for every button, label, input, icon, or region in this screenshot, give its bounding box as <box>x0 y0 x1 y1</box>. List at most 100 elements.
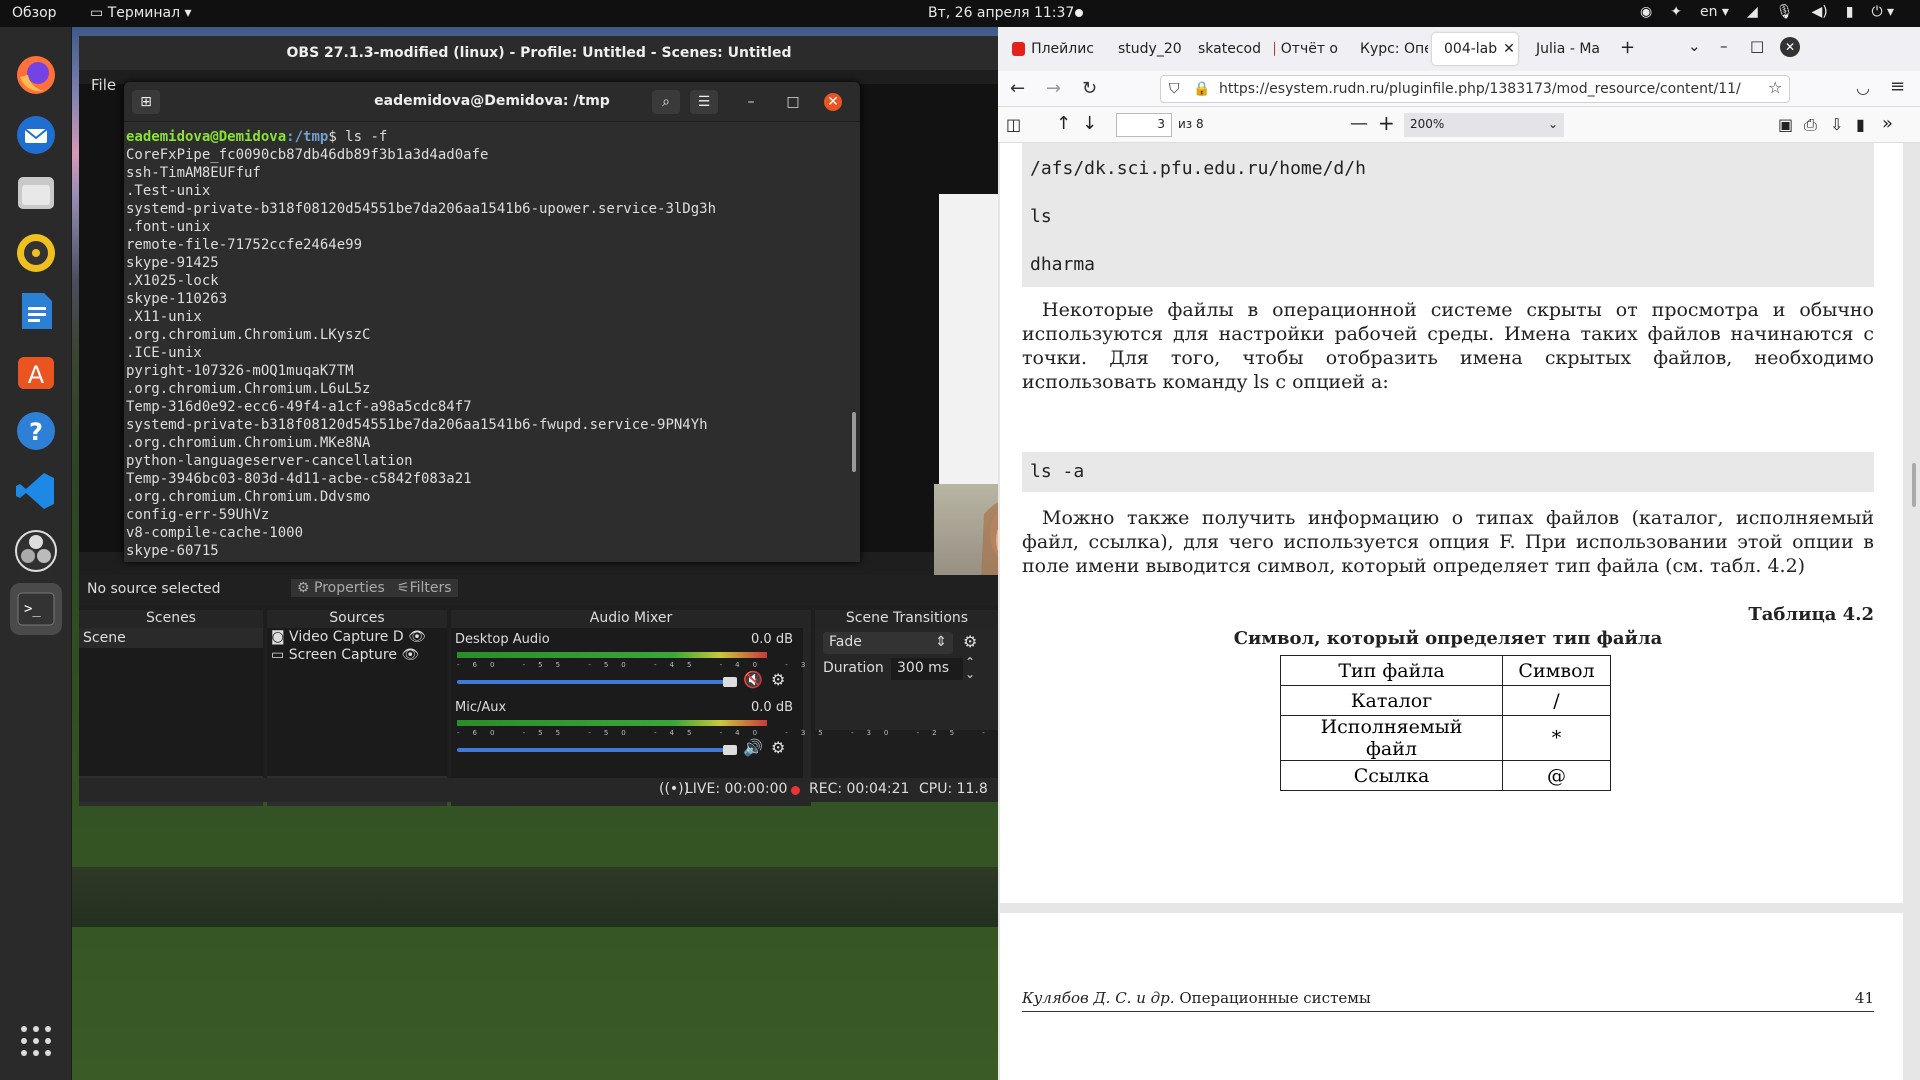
volume-slider[interactable] <box>457 680 727 684</box>
volume-slider-handle[interactable] <box>723 677 737 687</box>
microphone-icon[interactable]: 🎙 <box>1776 4 1794 20</box>
browser-tab[interactable]: skatecod <box>1186 33 1264 65</box>
source-item[interactable]: ▭ Screen Capture 👁 <box>267 646 447 664</box>
terminal-line: skype-60715 <box>126 543 219 559</box>
tools-icon[interactable]: » <box>1882 113 1893 134</box>
terminal-dock-icon[interactable]: >_ <box>10 583 62 635</box>
maximize-icon[interactable]: □ <box>784 93 802 111</box>
sidebar-toggle-icon[interactable]: ◫ <box>1006 115 1021 134</box>
tab-label: Плейлис <box>1031 41 1094 57</box>
mixer-settings-icon[interactable]: ⚙ <box>771 670 785 689</box>
app-menu[interactable]: ▭ Терминал ▾ <box>90 5 192 21</box>
bookmark-star-icon[interactable]: ☆ <box>1768 78 1782 97</box>
rhythmbox-icon[interactable] <box>10 227 62 279</box>
power-menu-icon[interactable]: ⏻ ▾ <box>1871 4 1894 20</box>
battery-icon[interactable]: ▮ <box>1846 4 1854 20</box>
browser-tab[interactable]: 004-lab ✕ <box>1432 33 1518 65</box>
terminal-line: .org.chromium.Chromium.LKyszC <box>126 327 371 343</box>
transition-settings-icon[interactable]: ⚙ <box>963 632 977 651</box>
camera-indicator-icon[interactable]: ◉ <box>1640 4 1652 20</box>
thunderbird-icon[interactable] <box>10 109 62 161</box>
window-close-icon[interactable]: ✕ <box>1780 37 1800 57</box>
scenes-list[interactable]: Scene <box>79 628 263 776</box>
language-selector[interactable]: en ▾ <box>1700 4 1729 20</box>
back-icon[interactable]: ← <box>1010 78 1025 99</box>
filters-button[interactable]: ⚟Filters <box>391 579 458 597</box>
footer-title: Операционные системы <box>1179 989 1371 1007</box>
ubuntu-software-icon[interactable]: A <box>10 345 62 397</box>
visibility-eye-icon[interactable]: 👁 <box>408 629 426 645</box>
page-number-input[interactable]: 3 <box>1116 113 1172 137</box>
transition-select[interactable]: Fade ⇕ <box>823 632 953 654</box>
table-row: Каталог / <box>1280 685 1611 716</box>
help-icon[interactable]: ? <box>10 405 62 457</box>
zoom-in-icon[interactable]: + <box>1378 111 1395 135</box>
volume-slider-handle[interactable] <box>723 745 737 755</box>
obs-title-bar[interactable]: OBS 27.1.3-modified (linux) - Profile: U… <box>79 36 999 70</box>
files-icon[interactable] <box>10 167 62 219</box>
close-icon[interactable]: ✕ <box>824 93 842 111</box>
print-icon[interactable]: ⎙ <box>1804 115 1817 135</box>
forward-icon[interactable]: → <box>1046 78 1061 99</box>
source-item[interactable]: ◙ Video Capture D 👁 <box>267 628 447 646</box>
volume-icon[interactable]: ◀) <box>1812 4 1828 20</box>
terminal-window[interactable]: ⊞ eademidova@Demidova: /tmp ⌕ ☰ – □ ✕ ea… <box>124 82 860 562</box>
mixer-settings-icon[interactable]: ⚙ <box>771 738 785 757</box>
terminal-output[interactable]: eademidova@Demidova:/tmp$ ls -f CoreFxPi… <box>124 122 860 562</box>
show-applications-icon[interactable] <box>10 1015 62 1067</box>
volume-slider[interactable] <box>457 748 727 752</box>
terminal-icon: ▭ <box>90 5 104 21</box>
libreoffice-writer-icon[interactable] <box>10 285 62 337</box>
presentation-mode-icon[interactable]: ▣ <box>1778 115 1793 134</box>
terminal-scrollbar[interactable] <box>852 412 856 472</box>
url-bar[interactable]: ⛉ 🔒 https://esystem.rudn.ru/pluginfile.p… <box>1160 75 1790 103</box>
browser-tab[interactable]: Julia - Ma <box>1524 33 1606 65</box>
window-chevron-down-icon[interactable]: ⌄ <box>1688 37 1701 55</box>
muted-speaker-icon[interactable]: 🔇 <box>743 670 763 689</box>
transitions-header: Scene Transitions <box>815 610 999 628</box>
next-page-icon[interactable]: ↓ <box>1082 113 1097 134</box>
properties-button[interactable]: ⚙ Properties <box>291 579 391 597</box>
wifi-icon[interactable]: ◢ <box>1747 4 1758 20</box>
browser-tab[interactable]: study_20 <box>1106 33 1184 65</box>
firefox-icon[interactable] <box>10 49 62 101</box>
svg-text:?: ? <box>29 418 43 446</box>
pdf-page: Кулябов Д. С. и др. Операционные системы… <box>1000 913 1903 1080</box>
app-menu-icon[interactable]: ≡ <box>1890 76 1905 97</box>
app-indicator-icon[interactable]: ✦ <box>1670 4 1682 20</box>
minimize-icon[interactable]: – <box>742 93 760 111</box>
zoom-select[interactable]: 200% ⌄ <box>1404 113 1564 137</box>
obs-icon[interactable] <box>10 525 62 577</box>
pocket-icon[interactable]: ◡ <box>1856 78 1870 97</box>
clock[interactable]: Вт, 26 апреля 11:37 <box>928 5 1074 21</box>
zoom-out-icon[interactable]: — <box>1350 113 1368 134</box>
browser-tab[interactable]: Отчёт о <box>1268 33 1344 65</box>
window-maximize-icon[interactable]: □ <box>1750 37 1764 55</box>
close-tab-icon[interactable]: ✕ <box>1503 41 1515 57</box>
overview-button[interactable]: Обзор <box>12 5 57 21</box>
new-tab-icon[interactable]: + <box>1620 37 1635 58</box>
duration-input[interactable]: 300 ms <box>891 658 963 680</box>
tab-strip: Плейлис study_20 skatecod Отчёт о Курс: Опе 0… <box>998 27 1920 71</box>
previous-page-icon[interactable]: ↑ <box>1056 113 1071 134</box>
scene-item[interactable]: Scene <box>79 628 263 648</box>
properties-label: Properties <box>314 580 385 596</box>
visibility-eye-icon[interactable]: 👁 <box>401 647 419 663</box>
save-icon[interactable]: ⇩ <box>1830 115 1843 134</box>
reload-icon[interactable]: ↻ <box>1082 78 1097 99</box>
duration-stepper[interactable]: ⌃ ⌄ <box>965 656 975 680</box>
vscode-icon[interactable] <box>10 465 62 517</box>
pdf-viewer[interactable]: /afs/dk.sci.pfu.edu.ru/home/d/h ls dharm… <box>998 143 1920 1080</box>
hamburger-menu-icon[interactable]: ☰ <box>690 90 718 114</box>
pdf-scrollbar[interactable] <box>1912 463 1916 507</box>
sources-list[interactable]: ◙ Video Capture D 👁 ▭ Screen Capture 👁 <box>267 628 447 776</box>
window-minimize-icon[interactable]: – <box>1720 37 1728 55</box>
browser-tab[interactable]: Плейлис <box>1006 33 1100 65</box>
terminal-header[interactable]: ⊞ eademidova@Demidova: /tmp ⌕ ☰ – □ ✕ <box>124 82 860 122</box>
obs-menu-file[interactable]: File <box>91 76 116 94</box>
filter-icon: ⚟ <box>397 580 410 596</box>
browser-tab[interactable]: Курс: Опе <box>1348 33 1428 65</box>
bookmark-icon[interactable]: ▮ <box>1856 115 1865 134</box>
search-icon[interactable]: ⌕ <box>652 90 680 114</box>
speaker-icon[interactable]: 🔊 <box>743 738 763 757</box>
